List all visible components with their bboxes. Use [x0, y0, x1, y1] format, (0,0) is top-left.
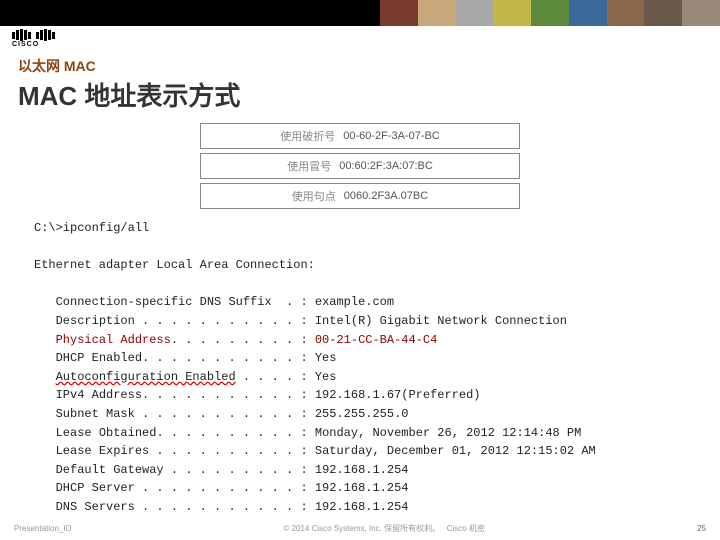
- autoconfig-label: Autoconfiguration Enabled: [56, 370, 236, 384]
- page-number: 25: [697, 524, 706, 533]
- format-row: 使用句点 0060.2F3A.07BC: [200, 183, 520, 209]
- format-label: 使用句点: [292, 188, 336, 204]
- top-banner: [0, 0, 720, 26]
- physical-address-label: Physical Address: [56, 333, 171, 347]
- ipconfig-output: C:\>ipconfig/all Ethernet adapter Local …: [34, 219, 686, 517]
- format-label: 使用破折号: [280, 128, 335, 144]
- presentation-id: Presentation_ID: [14, 524, 71, 533]
- format-label: 使用冒号: [287, 158, 331, 174]
- format-row: 使用冒号 00:60:2F:3A:07:BC: [200, 153, 520, 179]
- physical-address-value: 00-21-CC-BA-44-C4: [315, 333, 437, 347]
- slide-footer: Presentation_ID © 2014 Cisco Systems, In…: [0, 523, 720, 534]
- slide-title: MAC 地址表示方式: [18, 76, 702, 113]
- adapter-header: Ethernet adapter Local Area Connection:: [34, 258, 315, 272]
- format-row: 使用破折号 00-60-2F-3A-07-BC: [200, 123, 520, 149]
- cisco-logo: [0, 26, 720, 41]
- copyright: © 2014 Cisco Systems, Inc. 保留所有权利。 Cisco…: [283, 523, 485, 534]
- banner-photo-strip: [380, 0, 720, 26]
- format-value: 00-60-2F-3A-07-BC: [343, 130, 440, 142]
- format-value: 00:60:2F:3A:07:BC: [339, 160, 433, 172]
- cmd-prompt: C:\>ipconfig/all: [34, 221, 149, 235]
- mac-format-table: 使用破折号 00-60-2F-3A-07-BC 使用冒号 00:60:2F:3A:0…: [200, 123, 520, 209]
- format-value: 0060.2F3A.07BC: [344, 190, 428, 202]
- cisco-logo-text: CISCO: [12, 41, 720, 48]
- slide-subtitle: 以太网 MAC: [18, 56, 702, 76]
